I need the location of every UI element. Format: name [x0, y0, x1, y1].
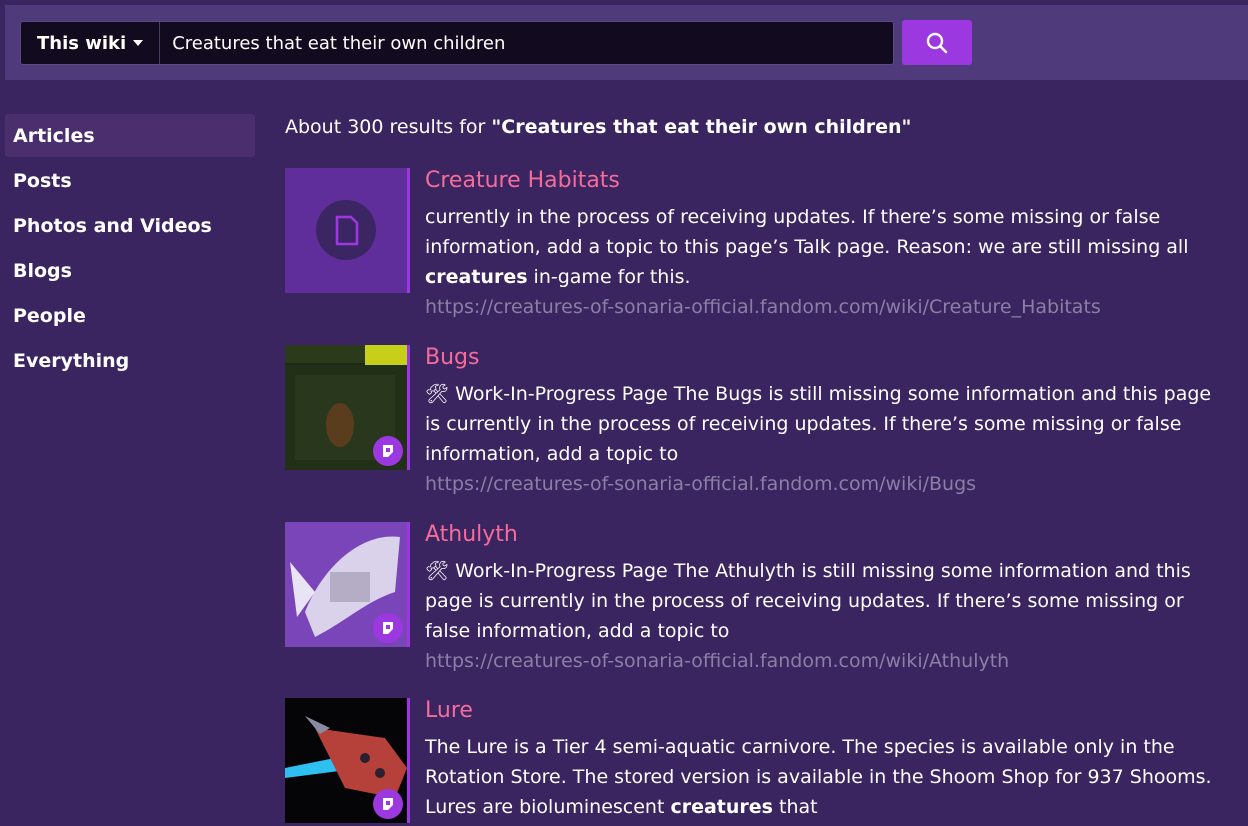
- search-scope-dropdown[interactable]: This wiki: [21, 22, 161, 64]
- search-icon: [926, 32, 948, 53]
- search-scope-label: This wiki: [37, 32, 127, 54]
- result-snippet: The Lure is a Tier 4 semi-aquatic carniv…: [425, 736, 1212, 818]
- result-title[interactable]: Athulyth: [425, 522, 518, 547]
- result-url[interactable]: https://creatures-of-sonaria-official.fa…: [425, 296, 1101, 318]
- result-title[interactable]: Bugs: [425, 345, 479, 370]
- search-button[interactable]: [902, 20, 972, 65]
- result-title[interactable]: Lure: [425, 698, 473, 723]
- thumbnail-accent: [407, 698, 410, 823]
- sidebar-item-photos-and-videos[interactable]: Photos and Videos: [5, 204, 255, 247]
- result-thumbnail[interactable]: [285, 345, 407, 470]
- caret-down-icon: [133, 40, 144, 46]
- page-badge-icon: [373, 436, 403, 466]
- result-title[interactable]: Creature Habitats: [425, 168, 620, 193]
- result-snippet: currently in the process of receiving up…: [425, 206, 1189, 288]
- thumbnail-accent: [407, 522, 410, 647]
- result-thumbnail[interactable]: [285, 698, 407, 823]
- results-summary: About 300 results for "Creatures that ea…: [285, 116, 911, 138]
- result-url[interactable]: https://creatures-of-sonaria-official.fa…: [425, 650, 1009, 672]
- sidebar-item-blogs[interactable]: Blogs: [5, 249, 255, 292]
- search-box[interactable]: This wiki Creatures that eat their own c…: [20, 21, 894, 65]
- thumbnail-accent: [407, 168, 410, 293]
- sidebar-item-articles[interactable]: Articles: [5, 114, 255, 157]
- sidebar-item-people[interactable]: People: [5, 294, 255, 337]
- results-query: "Creatures that eat their own children": [491, 116, 912, 138]
- result-url[interactable]: https://creatures-of-sonaria-official.fa…: [425, 473, 976, 495]
- page-badge-icon: [373, 789, 403, 819]
- results-count: About 300 results for: [285, 116, 492, 138]
- result-thumbnail[interactable]: [285, 168, 407, 293]
- result-snippet: 🛠 Work-In-Progress Page The Bugs is stil…: [425, 383, 1212, 465]
- sidebar-item-everything[interactable]: Everything: [5, 339, 255, 382]
- search-input[interactable]: Creatures that eat their own children: [160, 33, 505, 54]
- result-snippet: 🛠 Work-In-Progress Page The Athulyth is …: [425, 560, 1191, 642]
- sidebar: Articles Posts Photos and Videos Blogs P…: [5, 114, 255, 384]
- result-thumbnail[interactable]: [285, 522, 407, 647]
- sidebar-item-posts[interactable]: Posts: [5, 159, 255, 202]
- page-badge-icon: [373, 613, 403, 643]
- thumbnail-accent: [407, 345, 410, 470]
